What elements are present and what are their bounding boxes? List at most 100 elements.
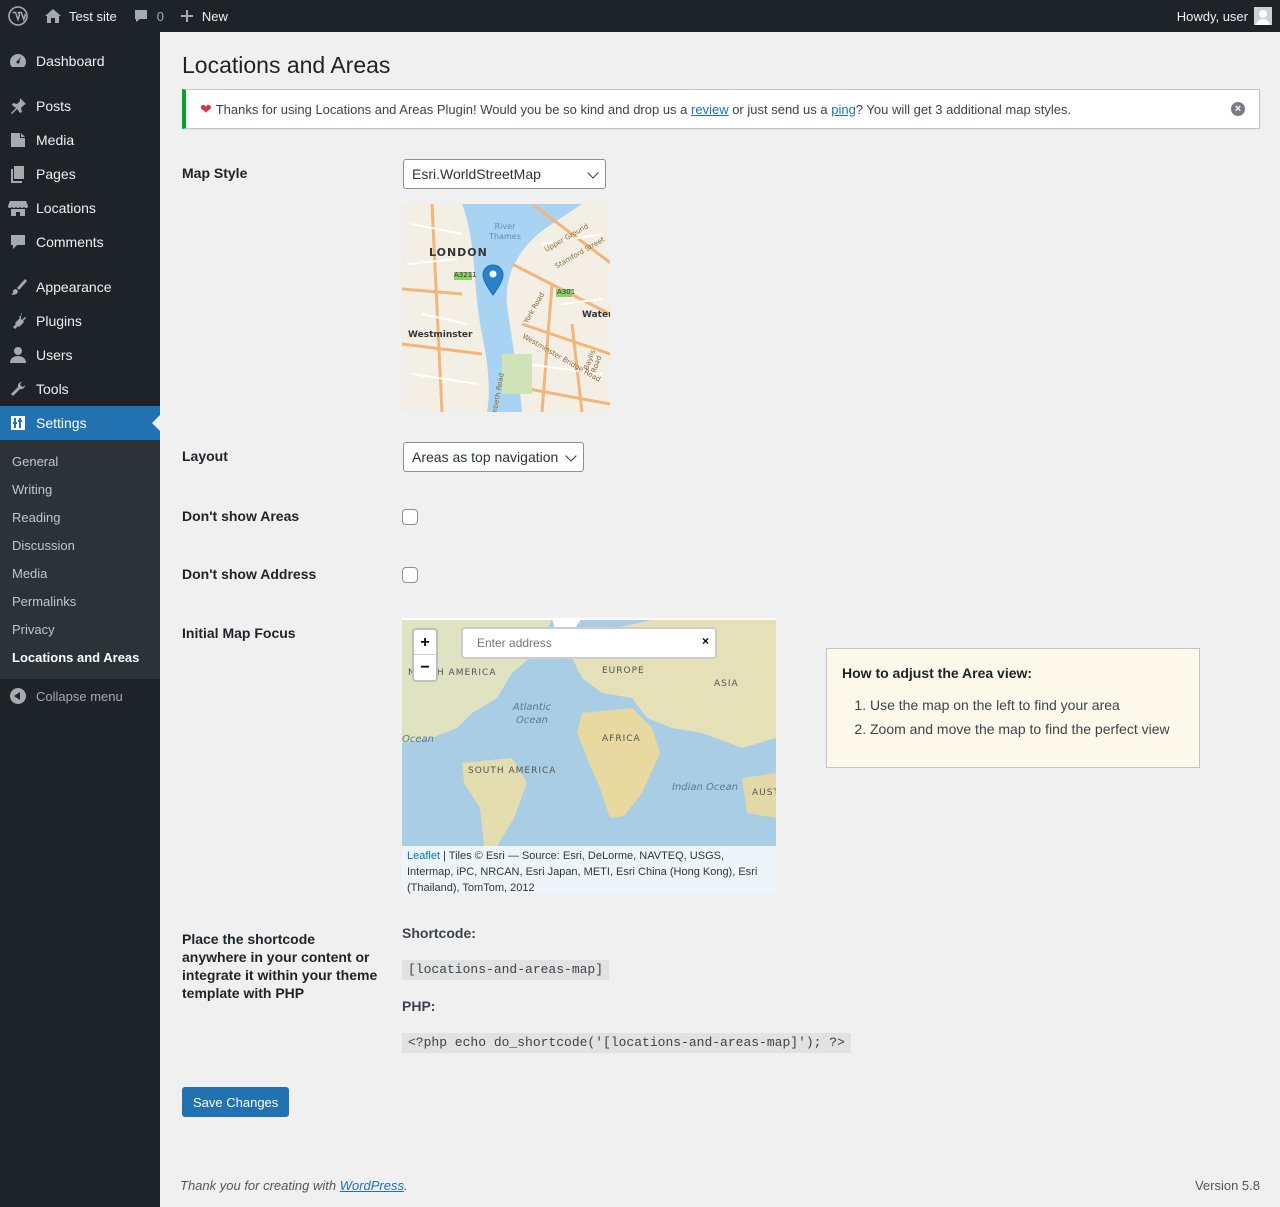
sidebar-item-appearance[interactable]: Appearance xyxy=(0,270,160,304)
layout-label: Layout xyxy=(182,448,228,464)
submenu-item-general[interactable]: General xyxy=(0,447,160,475)
php-value: <?php echo do_shortcode('[locations-and-… xyxy=(402,1033,851,1053)
howto-step: Zoom and move the map to find the perfec… xyxy=(870,717,1184,741)
shortcode-heading: Shortcode: xyxy=(402,925,476,941)
footer: Thank you for creating with WordPress. V… xyxy=(180,1178,1260,1193)
plug-icon xyxy=(8,311,28,331)
howto-step: Use the map on the left to find your are… xyxy=(870,693,1184,717)
sidebar-item-posts[interactable]: Posts xyxy=(0,89,160,123)
zoom-control: + − xyxy=(412,628,438,682)
version-text: Version 5.8 xyxy=(1194,1178,1260,1193)
review-link[interactable]: review xyxy=(691,102,729,117)
sidebar-item-pages[interactable]: Pages xyxy=(0,157,160,191)
footer-thanks: Thank you for creating with WordPress. xyxy=(180,1178,408,1193)
sidebar-item-users[interactable]: Users xyxy=(0,338,160,372)
comment-icon xyxy=(134,10,147,22)
attribution-text: | Tiles © Esri — Source: Esri, DeLorme, … xyxy=(407,850,758,894)
media-icon xyxy=(8,130,28,150)
sidebar-item-label: Posts xyxy=(36,98,72,114)
comments-link[interactable]: 0 xyxy=(125,0,172,32)
chevron-down-icon xyxy=(587,167,599,179)
submenu-item-reading[interactable]: Reading xyxy=(0,503,160,531)
map-style-preview: LONDON River Thames Westminster Waterl A… xyxy=(402,204,610,412)
submenu-item-locations-and-areas[interactable]: Locations and Areas xyxy=(0,643,160,671)
settings-icon xyxy=(8,413,28,433)
howto-title: How to adjust the Area view: xyxy=(842,665,1033,681)
ping-link[interactable]: ping xyxy=(831,102,856,117)
admin-sidebar: Dashboard Posts Media Pages Locations Co… xyxy=(0,32,160,1207)
sidebar-item-label: Users xyxy=(36,347,73,363)
sidebar-item-dashboard[interactable]: Dashboard xyxy=(0,44,160,78)
map-label-a301: A301 xyxy=(557,288,576,296)
howdy-text: Howdy, user xyxy=(1176,8,1248,24)
map-style-select[interactable]: Esri.WorldStreetMap xyxy=(403,159,606,189)
map-style-value: Esri.WorldStreetMap xyxy=(412,166,541,182)
collapse-arrow-icon xyxy=(10,688,26,704)
my-account-link[interactable]: Howdy, user xyxy=(1169,0,1280,32)
brush-icon xyxy=(8,277,28,297)
sidebar-item-label: Tools xyxy=(36,381,69,397)
save-changes-button[interactable]: Save Changes xyxy=(182,1087,290,1117)
pages-icon xyxy=(8,164,28,184)
users-icon xyxy=(8,345,28,365)
layout-select[interactable]: Areas as top navigation xyxy=(403,442,584,472)
submenu-item-privacy[interactable]: Privacy xyxy=(0,615,160,643)
map-label-river-thames: River Thames xyxy=(489,222,521,241)
map-label-atlantic-ocean: Atlantic Ocean xyxy=(512,702,552,726)
submenu-item-discussion[interactable]: Discussion xyxy=(0,531,160,559)
sidebar-item-label: Comments xyxy=(36,234,104,250)
dont-show-areas-label: Don't show Areas xyxy=(182,508,300,524)
submenu-item-permalinks[interactable]: Permalinks xyxy=(0,587,160,615)
store-icon xyxy=(8,198,28,218)
home-icon xyxy=(45,9,61,23)
leaflet-link[interactable]: Leaflet xyxy=(407,850,440,862)
sidebar-item-plugins[interactable]: Plugins xyxy=(0,304,160,338)
initial-map-focus-label: Initial Map Focus xyxy=(182,625,296,641)
site-name-link[interactable]: Test site xyxy=(36,0,125,32)
map-label-australia: AUST xyxy=(752,788,776,798)
submenu-item-media[interactable]: Media xyxy=(0,559,160,587)
sidebar-item-tools[interactable]: Tools xyxy=(0,372,160,406)
initial-focus-map[interactable]: NORTH AMERICA EUROPE ASIA Atlantic Ocean… xyxy=(402,618,776,894)
wrench-icon xyxy=(8,379,28,399)
comments-count: 0 xyxy=(156,8,164,24)
collapse-menu-button[interactable]: Collapse menu xyxy=(0,679,160,713)
map-label-europe: EUROPE xyxy=(602,666,645,676)
comment-icon xyxy=(8,232,28,252)
sidebar-item-label: Appearance xyxy=(36,279,112,295)
dont-show-address-checkbox[interactable] xyxy=(402,567,418,583)
notice-text-middle: or just send us a xyxy=(728,101,832,117)
clear-search-icon[interactable]: × xyxy=(702,634,709,648)
settings-submenu: General Writing Reading Discussion Media… xyxy=(0,440,160,679)
footer-thanks-end: . xyxy=(404,1178,408,1193)
dashboard-icon xyxy=(8,51,28,71)
sidebar-item-label: Plugins xyxy=(36,313,82,329)
map-label-africa: AFRICA xyxy=(602,734,641,744)
sidebar-item-settings[interactable]: Settings xyxy=(0,406,160,440)
map-label-westminster: Westminster xyxy=(408,330,473,340)
sidebar-item-label: Locations xyxy=(36,200,96,216)
new-content-link[interactable]: New xyxy=(172,0,236,32)
zoom-in-button[interactable]: + xyxy=(414,630,436,655)
wordpress-link[interactable]: WordPress xyxy=(340,1178,404,1193)
heart-icon: ❤ xyxy=(200,100,212,117)
dont-show-areas-checkbox[interactable] xyxy=(402,509,418,525)
chevron-down-icon xyxy=(565,450,577,462)
pin-icon xyxy=(8,96,28,116)
notice-text-before: Thanks for using Locations and Areas Plu… xyxy=(215,101,692,117)
sidebar-item-media[interactable]: Media xyxy=(0,123,160,157)
dont-show-address-label: Don't show Address xyxy=(182,566,317,582)
zoom-out-button[interactable]: − xyxy=(414,655,436,680)
avatar xyxy=(1254,7,1272,25)
map-label-south-america: SOUTH AMERICA xyxy=(468,766,557,776)
sidebar-item-locations[interactable]: Locations xyxy=(0,191,160,225)
wordpress-logo-icon[interactable] xyxy=(0,0,36,32)
dismiss-notice-icon[interactable]: × xyxy=(1231,102,1245,116)
sidebar-item-comments[interactable]: Comments xyxy=(0,225,160,259)
footer-thanks-text: Thank you for creating with xyxy=(180,1178,340,1193)
layout-value: Areas as top navigation xyxy=(412,449,559,465)
address-search-input[interactable]: Enter address × xyxy=(461,627,717,659)
howto-box: How to adjust the Area view: Use the map… xyxy=(826,648,1200,768)
submenu-item-writing[interactable]: Writing xyxy=(0,475,160,503)
map-label-asia: ASIA xyxy=(714,679,739,689)
